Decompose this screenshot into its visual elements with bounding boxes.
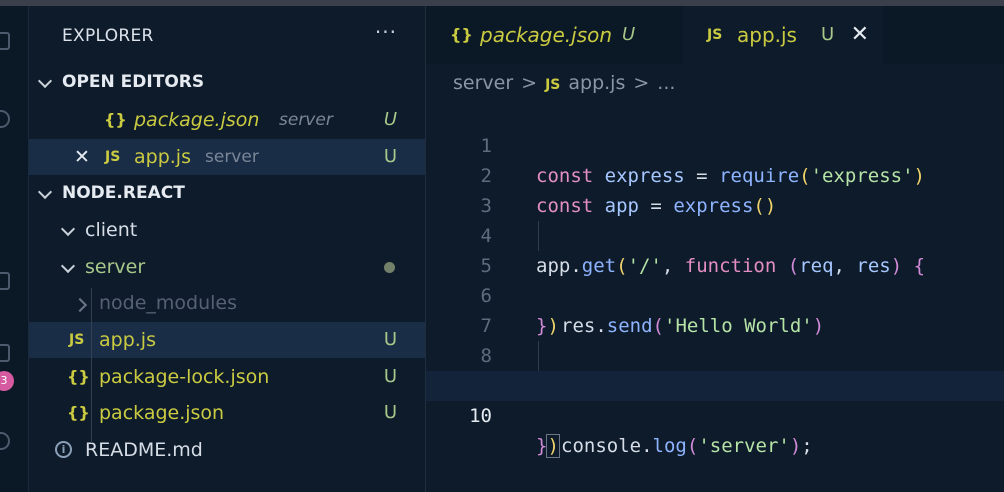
js-file-icon: JS [545,77,561,93]
untracked-badge: U [821,24,835,45]
explorer-sidebar: EXPLORER ··· OPEN EDITORS {} package.jso… [29,6,426,492]
code-line[interactable]: 1 const express = require('express') [426,101,1004,187]
chevron-down-icon [39,188,51,200]
run-debug-icon[interactable] [0,192,10,210]
untracked-badge: U [383,146,397,167]
indent-guide [538,341,539,371]
json-file-icon: {} [450,25,473,44]
code-line[interactable]: 5 res.send('Hello World') [426,221,1004,337]
open-editor-item-package-json[interactable]: {} package.json server U [29,102,425,138]
info-icon: i [55,441,72,458]
activity-bar: 3 [0,6,29,492]
line-number: 10 [469,405,492,427]
js-file-icon: JS [69,332,85,348]
more-actions-icon[interactable]: ··· [375,20,397,44]
breadcrumb-folder[interactable]: server [453,72,513,94]
untracked-badge: U [383,109,397,130]
extensions-icon[interactable] [0,272,10,290]
chevron-right-icon [77,298,89,310]
breadcrumb: server > JS app.js >... [453,66,675,100]
tree-folder-server[interactable]: server [29,249,425,285]
tree-folder-node-modules[interactable]: node_modules [29,285,425,321]
code-line[interactable]: 4 app.get('/', function (req, res) { [426,191,1004,277]
code-line[interactable]: 8 app.listen(3000, () => { [426,311,1004,398]
untracked-badge: U [383,329,397,350]
breadcrumb-file[interactable]: app.js [568,72,625,94]
code-editor[interactable]: 1 const express = require('express') 2 c… [426,101,1004,492]
open-editor-folder: server [279,110,333,130]
tab-package-json[interactable]: {} package.json U [426,6,683,64]
explorer-icon[interactable] [0,32,10,50]
chevron-down-icon [62,225,74,237]
close-icon[interactable]: ✕ [74,139,90,175]
untracked-badge: U [383,402,397,423]
close-icon[interactable]: ✕ [851,6,869,64]
project-header[interactable]: NODE.REACT [29,175,425,211]
js-file-icon: JS [105,149,121,165]
explorer-title: EXPLORER [62,26,154,46]
open-editor-folder: server [205,147,259,167]
account-icon[interactable] [0,432,10,450]
chevron-down-icon [62,262,74,274]
chevron-right-icon: > [633,72,650,94]
open-editor-filename: app.js [134,146,191,168]
open-editors-header[interactable]: OPEN EDITORS [29,64,425,100]
tree-file-app-js[interactable]: JS app.js U [29,322,425,358]
open-editor-item-app-js[interactable]: ✕ JS app.js server U [29,139,425,175]
tree-indent-guide [91,288,92,443]
code-line[interactable]: 3 [426,161,1004,217]
code-line[interactable]: 2 const app = express() [426,131,1004,217]
json-file-icon: {} [104,110,127,129]
code-line-current[interactable]: 10 }) [426,371,1004,458]
source-control-icon[interactable] [0,344,10,362]
modified-dot [384,262,395,273]
js-file-icon: JS [707,27,723,43]
tree-file-readme[interactable]: i README.md [29,432,425,468]
tree-file-package-json[interactable]: {} package.json U [29,395,425,431]
json-file-icon: {} [67,367,90,386]
chevron-right-icon: > [521,72,538,94]
tree-folder-client[interactable]: client [29,212,425,248]
code-line[interactable]: 6 }) [426,251,1004,337]
editor-tab-bar: {} package.json U JS app.js U ✕ [426,6,1004,64]
untracked-badge: U [622,24,636,45]
tab-app-js[interactable]: JS app.js U ✕ [683,6,883,64]
search-icon[interactable] [0,110,10,128]
chevron-down-icon [39,77,51,89]
code-line[interactable]: 7 [426,281,1004,337]
notification-badge: 3 [0,371,14,391]
untracked-badge: U [383,366,397,387]
open-editor-filename: package.json [134,109,260,131]
code-line[interactable]: 9 console.log('server'); [426,341,1004,457]
indent-guide [538,221,539,251]
tree-file-package-lock-json[interactable]: {} package-lock.json U [29,359,425,395]
json-file-icon: {} [67,403,90,422]
breadcrumb-more[interactable]: ... [657,72,675,94]
